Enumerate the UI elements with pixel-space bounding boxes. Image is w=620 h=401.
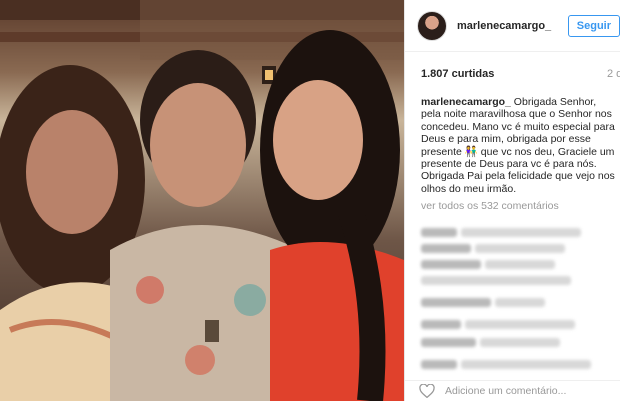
caption-text: Obrigada Senhor, pela noite maravilhosa … [421,96,615,195]
post-photo[interactable] [0,0,404,401]
heart-icon[interactable] [419,384,435,398]
view-all-comments-link[interactable]: ver todos os 532 comentários [421,200,559,212]
caption-username[interactable]: marlenecamargo_ [421,96,511,108]
comment-blurred [421,316,613,330]
username-link[interactable]: marlenecamargo_ [457,20,568,32]
likes-count[interactable]: 1.807 curtidas [421,68,494,80]
post-sidebar: marlenecamargo_ Seguir 1.807 curtidas 2 … [404,0,620,401]
avatar[interactable] [417,10,447,41]
comment-blurred [421,224,613,238]
photo-illustration [0,0,404,401]
comment-blurred [421,272,613,286]
comment-blurred [421,356,613,370]
comment-blurred [421,294,613,308]
comment-blurred [421,334,613,348]
post-caption: marlenecamargo_ Obrigada Senhor, pela no… [421,96,617,195]
follow-button[interactable]: Seguir [567,14,620,37]
comment-blurred [421,240,613,254]
comment-bar: Adicione um comentário... [405,380,620,401]
post-time[interactable]: 2 d [607,68,620,80]
add-comment-input[interactable]: Adicione um comentário... [445,385,566,397]
comment-blurred [421,256,613,270]
instagram-post: marlenecamargo_ Seguir 1.807 curtidas 2 … [0,0,620,401]
post-header: marlenecamargo_ Seguir [405,0,620,52]
